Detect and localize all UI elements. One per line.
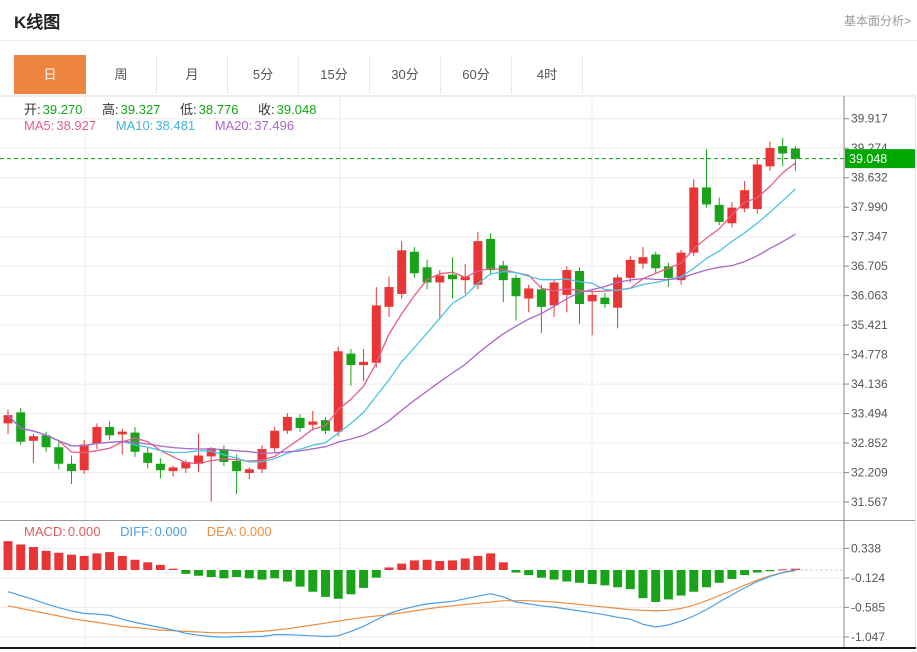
svg-text:39.917: 39.917 bbox=[851, 112, 888, 126]
macd-axis-labels: 0.338 -0.124 -0.585 -1.047 bbox=[844, 541, 885, 644]
ma5-label: MA5: bbox=[24, 118, 55, 133]
tab-5min[interactable]: 5分 bbox=[228, 55, 299, 94]
svg-text:34.136: 34.136 bbox=[851, 377, 888, 391]
open-label: 开: bbox=[24, 102, 41, 117]
svg-text:31.567: 31.567 bbox=[851, 495, 888, 509]
svg-text:0.338: 0.338 bbox=[851, 541, 881, 555]
ma10-value: 38.481 bbox=[155, 118, 196, 133]
last-price-tag: 39.048 bbox=[845, 149, 915, 169]
ma5-line bbox=[7, 162, 796, 465]
high-value: 39.327 bbox=[120, 102, 161, 117]
svg-text:-0.585: -0.585 bbox=[851, 600, 885, 614]
ma20-label: MA20: bbox=[214, 118, 253, 133]
ohlc-readout: 开: 39.270 高: 39.327 低: 38.776 收: 39.048 bbox=[24, 99, 332, 118]
low-value: 38.776 bbox=[198, 102, 239, 117]
ma20-value: 37.496 bbox=[254, 118, 295, 133]
tab-4hour[interactable]: 4时 bbox=[512, 55, 583, 94]
svg-text:-0.124: -0.124 bbox=[851, 571, 885, 585]
svg-text:39.048: 39.048 bbox=[849, 152, 887, 166]
timeframe-tabs: 日 周 月 5分 15分 30分 60分 4时 bbox=[14, 55, 583, 94]
ma5-value: 38.927 bbox=[56, 118, 97, 133]
svg-text:36.063: 36.063 bbox=[851, 289, 888, 303]
open-value: 39.270 bbox=[42, 102, 83, 117]
svg-text:32.852: 32.852 bbox=[851, 436, 888, 450]
macd-value: 0.000 bbox=[67, 524, 101, 539]
close-label: 收: bbox=[258, 102, 275, 117]
svg-text:37.990: 37.990 bbox=[851, 200, 888, 214]
svg-text:33.494: 33.494 bbox=[851, 407, 888, 421]
tab-15min[interactable]: 15分 bbox=[299, 55, 370, 94]
macd-readout: MACD: 0.000 DIFF: 0.000 DEA: 0.000 bbox=[24, 524, 288, 539]
diff-value: 0.000 bbox=[154, 524, 188, 539]
svg-text:34.778: 34.778 bbox=[851, 348, 888, 362]
kline-widget: 39.917 39.274 38.632 37.990 37.347 36.705 36.0… bbox=[0, 0, 917, 652]
page-title: K线图 bbox=[14, 13, 61, 32]
low-label: 低: bbox=[180, 102, 197, 117]
dea-label: DEA: bbox=[206, 524, 238, 539]
ma-readout: MA5: 38.927 MA10: 38.481 MA20: 37.496 bbox=[24, 118, 310, 133]
dea-value: 0.000 bbox=[239, 524, 272, 539]
svg-text:36.705: 36.705 bbox=[851, 259, 888, 273]
ma10-label: MA10: bbox=[115, 118, 154, 133]
svg-text:-1.047: -1.047 bbox=[851, 630, 885, 644]
title-divider bbox=[0, 40, 917, 41]
tab-week[interactable]: 周 bbox=[86, 55, 157, 94]
price-axis-labels: 39.91739.27438.63237.99037.34736.70536.0… bbox=[844, 112, 888, 509]
high-label: 高: bbox=[102, 102, 119, 117]
tab-60min[interactable]: 60分 bbox=[441, 55, 512, 94]
tab-day[interactable]: 日 bbox=[14, 55, 86, 94]
svg-text:37.347: 37.347 bbox=[851, 230, 888, 244]
candles-layer bbox=[3, 137, 800, 502]
tab-month[interactable]: 月 bbox=[157, 55, 228, 94]
svg-text:35.421: 35.421 bbox=[851, 318, 888, 332]
kline-chart-canvas[interactable]: 39.91739.27438.63237.99037.34736.70536.0… bbox=[0, 0, 917, 652]
macd-label: MACD: bbox=[24, 524, 66, 539]
svg-text:38.632: 38.632 bbox=[851, 171, 888, 185]
close-value: 39.048 bbox=[276, 102, 317, 117]
tab-30min[interactable]: 30分 bbox=[370, 55, 441, 94]
macd-histogram bbox=[3, 541, 800, 602]
fundamental-analysis-link[interactable]: 基本面分析> bbox=[844, 12, 911, 29]
diff-label: DIFF: bbox=[120, 524, 153, 539]
svg-text:32.209: 32.209 bbox=[851, 466, 888, 480]
